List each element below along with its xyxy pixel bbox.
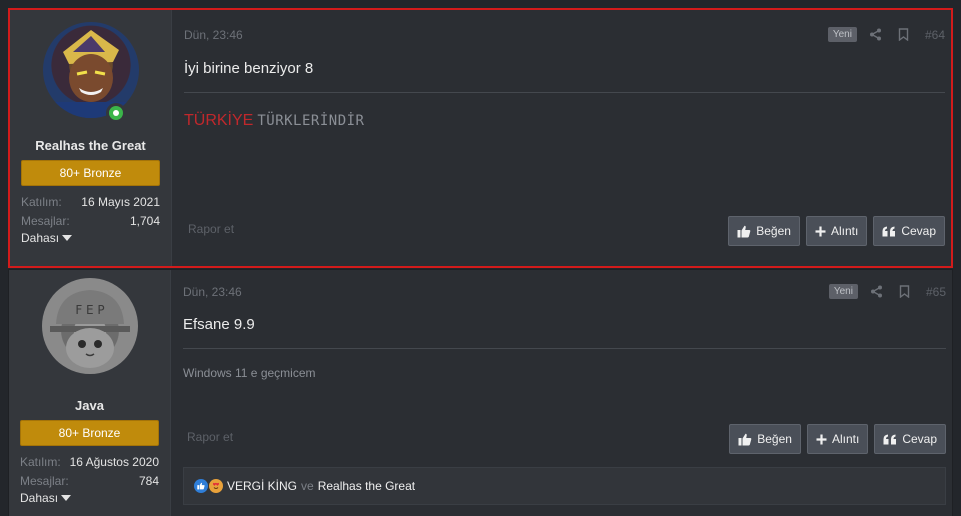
share-icon[interactable] (870, 285, 884, 299)
avatar-image (42, 30, 139, 118)
user-stats: Katılım: 16 Mayıs 2021 Mesajlar: 1,704 (21, 192, 160, 230)
post-meta: Dün, 23:46 Yeni #65 (183, 284, 946, 299)
stat-value: 16 Ağustos 2020 (69, 454, 159, 469)
avatar[interactable]: F E P (41, 278, 138, 374)
stat-value: 1,704 (129, 213, 160, 228)
stat-joined: Katılım: 16 Ağustos 2020 (20, 452, 159, 471)
quote-button[interactable]: Alıntı (806, 424, 869, 454)
post-date[interactable]: Dün, 23:46 (183, 285, 829, 299)
reaction-user-1[interactable]: VERGİ KİNG (227, 479, 297, 493)
stat-label: Mesajlar: (21, 213, 70, 228)
svg-text:F E P: F E P (75, 303, 104, 317)
signature-red-text: TÜRKİYE (184, 112, 254, 129)
plus-icon (816, 434, 827, 444)
quote-label: Alıntı (831, 432, 860, 446)
username[interactable]: Java (75, 398, 104, 413)
post-number[interactable]: #65 (926, 285, 946, 299)
quote-label: Alıntı (830, 224, 859, 238)
reactions-bar[interactable]: VERGİ KİNG ve Realhas the Great (183, 467, 946, 505)
stat-label: Katılım: (21, 194, 62, 209)
avatar-image: F E P (49, 290, 130, 368)
stat-joined: Katılım: 16 Mayıs 2021 (21, 192, 160, 211)
reply-label: Cevap (902, 432, 937, 446)
quote-icon (883, 434, 897, 444)
stat-label: Mesajlar: (20, 473, 69, 488)
post-number[interactable]: #64 (925, 28, 945, 42)
signature-grey-text: TÜRKLERİNDİR (257, 113, 365, 129)
reaction-and: ve (301, 479, 314, 493)
post-64: Realhas the Great 80+ Bronze Katılım: 16… (8, 8, 953, 268)
share-icon[interactable] (869, 28, 883, 42)
like-label: Beğen (756, 224, 791, 238)
rank-badge: 80+ Bronze (21, 160, 160, 186)
post-body: Dün, 23:46 Yeni #64 İyi birine benziyor … (172, 10, 951, 266)
signature: Windows 11 e geçmicem (183, 366, 316, 380)
online-status-icon (106, 103, 126, 123)
like-button[interactable]: Beğen (728, 216, 800, 246)
report-link[interactable]: Rapor et (187, 430, 233, 444)
user-panel: F E P Java 80+ Bronze Katılım: 16 Ağusto… (9, 270, 171, 516)
more-toggle[interactable]: Dahası (20, 491, 159, 505)
more-label: Dahası (20, 491, 59, 505)
new-badge: Yeni (827, 27, 857, 42)
more-label: Dahası (21, 231, 60, 245)
reply-button[interactable]: Cevap (874, 424, 946, 454)
post-body: Dün, 23:46 Yeni #65 Efsane 9.9 Windows 1… (171, 270, 952, 516)
post-meta: Dün, 23:46 Yeni #64 (184, 27, 945, 42)
plus-icon (815, 226, 826, 236)
stat-label: Katılım: (20, 454, 61, 469)
stat-value: 784 (138, 473, 159, 488)
post-message: İyi birine benziyor 8 (184, 60, 314, 77)
reaction-user-2[interactable]: Realhas the Great (318, 479, 415, 493)
like-label: Beğen (757, 432, 792, 446)
user-stats: Katılım: 16 Ağustos 2020 Mesajlar: 784 (20, 452, 159, 490)
love-reaction-icon (209, 479, 223, 493)
reply-button[interactable]: Cevap (873, 216, 945, 246)
post-actions: Beğen Alıntı Cevap (728, 216, 945, 246)
signature: TÜRKİYE TÜRKLERİNDİR (184, 112, 365, 130)
stat-messages: Mesajlar: 1,704 (21, 211, 160, 230)
more-toggle[interactable]: Dahası (21, 231, 160, 245)
reply-label: Cevap (901, 224, 936, 238)
user-panel: Realhas the Great 80+ Bronze Katılım: 16… (10, 10, 172, 266)
signature-divider (184, 92, 945, 93)
stat-value: 16 Mayıs 2021 (81, 194, 160, 209)
stat-messages: Mesajlar: 784 (20, 471, 159, 490)
post-actions: Beğen Alıntı Cevap (729, 424, 946, 454)
avatar[interactable] (42, 22, 139, 118)
caret-down-icon (62, 235, 73, 241)
caret-down-icon (61, 495, 72, 501)
post-65: F E P Java 80+ Bronze Katılım: 16 Ağusto… (8, 269, 953, 516)
username[interactable]: Realhas the Great (35, 138, 146, 153)
post-date[interactable]: Dün, 23:46 (184, 28, 828, 42)
rank-badge: 80+ Bronze (20, 420, 159, 446)
like-button[interactable]: Beğen (729, 424, 801, 454)
quote-icon (882, 226, 896, 236)
signature-divider (183, 348, 946, 349)
bookmark-icon[interactable] (897, 28, 911, 42)
like-reaction-icon (194, 479, 208, 493)
post-message: Efsane 9.9 (183, 316, 255, 333)
bookmark-icon[interactable] (898, 285, 912, 299)
thumbs-up-icon (737, 225, 751, 237)
quote-button[interactable]: Alıntı (805, 216, 868, 246)
thumbs-up-icon (738, 433, 752, 445)
new-badge: Yeni (828, 284, 858, 299)
report-link[interactable]: Rapor et (188, 222, 234, 236)
